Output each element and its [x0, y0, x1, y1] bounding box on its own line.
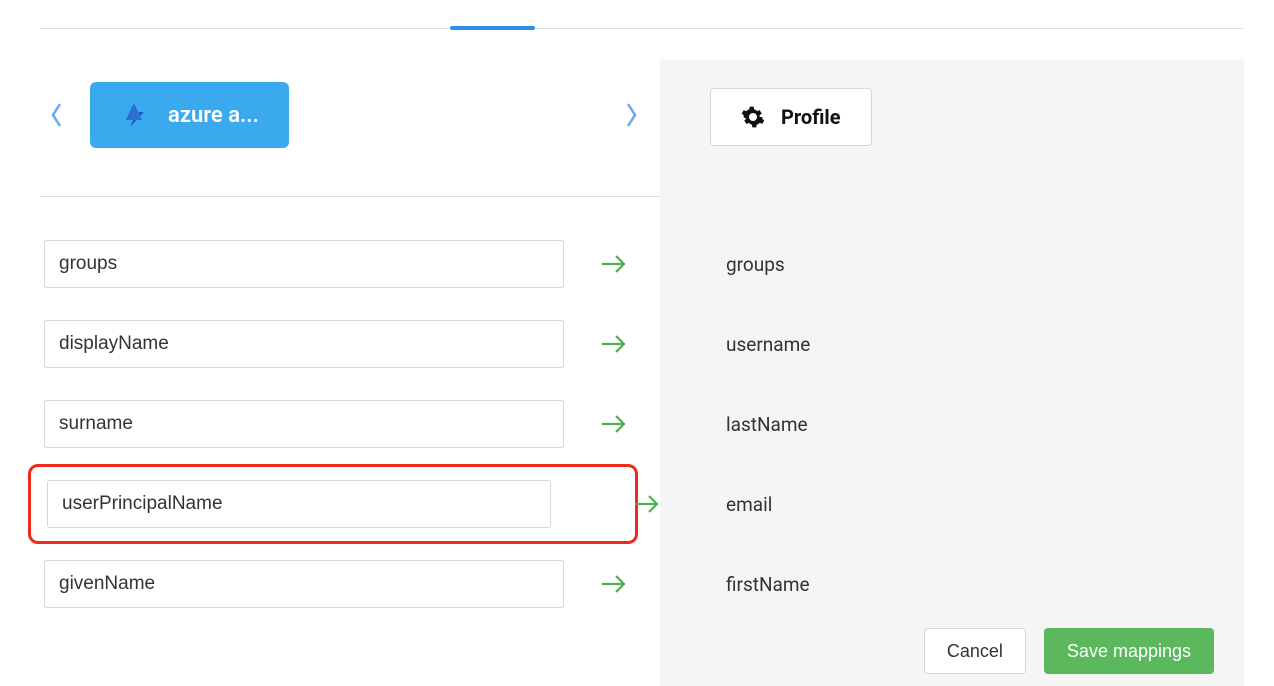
source-attribute-input[interactable]	[44, 560, 564, 608]
mapping-row	[36, 304, 666, 384]
source-attribute-input[interactable]	[47, 480, 551, 528]
cancel-button[interactable]: Cancel	[924, 628, 1026, 674]
target-pane: Profile groupsusernamelastNameemailfirst…	[660, 60, 1244, 686]
source-nav: azure a...	[40, 60, 660, 170]
target-profile-label: Profile	[781, 105, 841, 129]
source-provider-label: azure a...	[168, 103, 259, 128]
target-attribute-label: lastName	[726, 384, 810, 464]
target-field-list: groupsusernamelastNameemailfirstName	[726, 224, 810, 624]
source-attribute-input[interactable]	[44, 320, 564, 368]
chevron-right-icon[interactable]	[622, 99, 640, 131]
chevron-left-icon[interactable]	[48, 99, 66, 131]
source-provider-chip[interactable]: azure a...	[90, 82, 289, 148]
mapping-row	[36, 224, 666, 304]
source-pane: azure a...	[40, 60, 660, 170]
gear-icon	[741, 105, 765, 129]
arrow-right-icon	[600, 252, 628, 276]
target-profile-chip[interactable]: Profile	[710, 88, 872, 146]
top-divider	[40, 28, 1244, 29]
target-attribute-label: groups	[726, 224, 810, 304]
arrow-right-icon	[600, 572, 628, 596]
target-attribute-label: username	[726, 304, 810, 384]
mapping-rows	[36, 224, 666, 624]
arrow-right-icon	[600, 332, 628, 356]
target-attribute-label: firstName	[726, 544, 810, 624]
azure-logo-icon	[120, 100, 150, 130]
mapping-row	[28, 464, 638, 544]
footer-actions: Cancel Save mappings	[924, 628, 1214, 674]
source-attribute-input[interactable]	[44, 240, 564, 288]
mapping-row	[36, 384, 666, 464]
arrow-right-icon	[600, 412, 628, 436]
active-tab-indicator	[450, 26, 535, 30]
mapping-row	[36, 544, 666, 624]
source-attribute-input[interactable]	[44, 400, 564, 448]
arrow-right-icon	[633, 492, 661, 516]
target-attribute-label: email	[726, 464, 810, 544]
save-mappings-button[interactable]: Save mappings	[1044, 628, 1214, 674]
